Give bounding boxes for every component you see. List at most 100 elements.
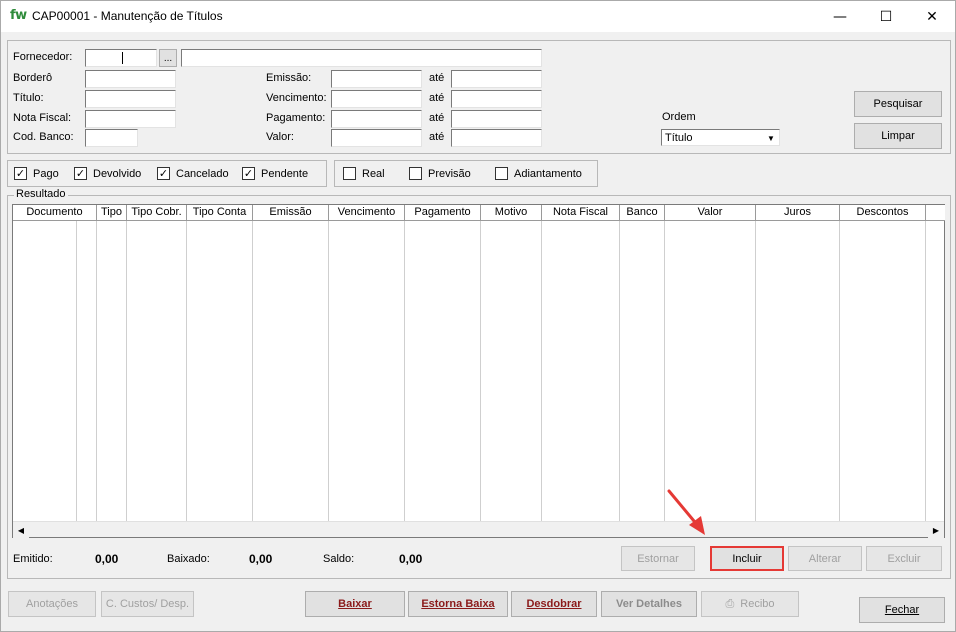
valor-to-input[interactable] [451,129,542,147]
nota-fiscal-input[interactable] [85,110,176,128]
devolvido-checkbox-label: Devolvido [93,167,142,180]
cod-banco-input[interactable] [85,129,138,147]
column-header-documento[interactable]: Documento [13,205,97,221]
column-divider [480,221,481,523]
check-icon: ✓ [242,167,255,180]
nota-fiscal-label: Nota Fiscal: [13,112,72,124]
column-header-descontos[interactable]: Descontos [840,205,926,221]
column-divider [619,221,620,523]
column-header-motivo[interactable]: Motivo [481,205,542,221]
close-icon: ✕ [926,8,938,25]
cancelado-checkbox[interactable]: ✓ Cancelado [157,167,229,180]
column-header-banco[interactable]: Banco [620,205,665,221]
alterar-button[interactable]: Alterar [788,546,862,571]
column-header-tipo-conta[interactable]: Tipo Conta [187,205,253,221]
emitido-value: 0,00 [95,552,119,566]
checkbox-empty-icon [409,167,422,180]
vencimento-to-input[interactable] [451,90,542,108]
check-icon: ✓ [157,167,170,180]
valor-ate-label: até [429,131,445,143]
column-divider [328,221,329,523]
checkbox-empty-icon [495,167,508,180]
fechar-button[interactable]: Fechar [859,597,945,623]
column-header-nota-fiscal[interactable]: Nota Fiscal [542,205,620,221]
saldo-value: 0,00 [399,552,423,566]
window-title: CAP00001 - Manutenção de Títulos [32,9,223,23]
minimize-icon: — [833,8,847,25]
column-header-vencimento[interactable]: Vencimento [329,205,405,221]
vencimento-from-input[interactable] [331,90,422,108]
pago-checkbox-label: Pago [33,167,59,180]
emissao-ate-label: até [429,72,445,84]
vencimento-ate-label: até [429,92,445,104]
real-checkbox-label: Real [362,167,385,180]
column-header-tipo-cobr[interactable]: Tipo Cobr. [127,205,187,221]
limpar-button[interactable]: Limpar [854,123,942,149]
column-divider [664,221,665,523]
adiantamento-checkbox[interactable]: Adiantamento [495,167,582,180]
scroll-left-icon[interactable]: ◀ [13,522,29,538]
column-header-pagamento[interactable]: Pagamento [405,205,481,221]
pagamento-to-input[interactable] [451,110,542,128]
check-icon: ✓ [74,167,87,180]
annotation-arrow-icon [667,489,705,535]
pendente-checkbox-label: Pendente [261,167,309,180]
close-window-button[interactable]: ✕ [909,1,955,32]
vencimento-label: Vencimento: [266,92,327,104]
fornecedor-lookup-button[interactable]: ... [159,49,177,67]
adiantamento-checkbox-label: Adiantamento [514,167,582,180]
maximize-button[interactable]: ☐ [863,1,909,32]
emissao-to-input[interactable] [451,70,542,88]
custos-despesas-button[interactable]: C. Custos/ Desp. [101,591,194,617]
fornecedor-code-input[interactable] [85,49,157,67]
estornar-button[interactable]: Estornar [621,546,695,571]
column-header-tipo[interactable]: Tipo [97,205,127,221]
ordem-select[interactable]: Título ▼ [661,129,780,146]
cod-banco-label: Cod. Banco: [13,131,74,143]
column-divider [126,221,127,523]
titulo-input[interactable] [85,90,176,108]
horizontal-scrollbar[interactable]: ◀ ▶ [13,521,944,538]
column-header-juros[interactable]: Juros [756,205,840,221]
results-grid[interactable]: Documento Tipo Tipo Cobr. Tipo Conta Emi… [12,204,945,538]
checkbox-empty-icon [343,167,356,180]
app-logo-icon: fw [10,8,27,23]
column-divider [252,221,253,523]
valor-from-input[interactable] [331,129,422,147]
pago-checkbox[interactable]: ✓ Pago [14,167,59,180]
column-divider [839,221,840,523]
emissao-from-input[interactable] [331,70,422,88]
fornecedor-name-input[interactable] [181,49,542,67]
column-divider [96,221,97,523]
column-divider [404,221,405,523]
previsao-checkbox[interactable]: Previsão [409,167,471,180]
ordem-selected-value: Título [665,132,693,144]
column-header-emissao[interactable]: Emissão [253,205,329,221]
pesquisar-button[interactable]: Pesquisar [854,91,942,117]
minimize-button[interactable]: — [817,1,863,32]
real-checkbox[interactable]: Real [343,167,385,180]
valor-label: Valor: [266,131,294,143]
column-divider [186,221,187,523]
incluir-button[interactable]: Incluir [710,546,784,571]
baixar-button[interactable]: Baixar [305,591,405,617]
bordero-input[interactable] [85,70,176,88]
maximize-icon: ☐ [879,8,893,25]
results-group-label: Resultado [14,188,68,200]
column-divider [76,221,77,523]
pagamento-from-input[interactable] [331,110,422,128]
fornecedor-label: Fornecedor: [13,51,73,63]
ver-detalhes-button[interactable]: Ver Detalhes [601,591,697,617]
anotacoes-button[interactable]: Anotações [8,591,96,617]
desdobrar-button[interactable]: Desdobrar [511,591,597,617]
estorna-baixa-button[interactable]: Estorna Baixa [408,591,508,617]
devolvido-checkbox[interactable]: ✓ Devolvido [74,167,141,180]
emitido-label: Emitido: [13,553,53,565]
ordem-label: Ordem [662,111,696,123]
excluir-button[interactable]: Excluir [866,546,942,571]
pendente-checkbox[interactable]: ✓ Pendente [242,167,308,180]
column-divider [755,221,756,523]
column-header-valor[interactable]: Valor [665,205,756,221]
scroll-right-icon[interactable]: ▶ [928,522,944,538]
recibo-button[interactable]: ⎙ Recibo [701,591,799,617]
